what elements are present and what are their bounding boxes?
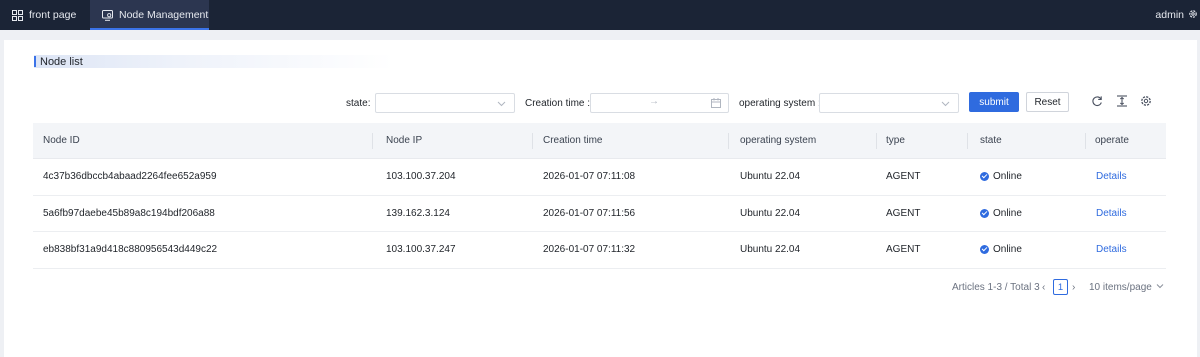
tab-front-page[interactable]: front page xyxy=(12,0,76,30)
active-tab-indicator xyxy=(90,28,209,30)
page-title: Node list xyxy=(40,55,83,68)
node-ip-cell: 103.100.37.204 xyxy=(386,171,456,183)
table-row: eb838bf31a9d418c880956543d449c22 103.100… xyxy=(33,232,1166,269)
table-header: Node ID Node IP Creation time operating … xyxy=(33,123,1166,159)
calendar-icon xyxy=(711,98,721,111)
chevron-down-icon xyxy=(941,99,950,111)
column-divider xyxy=(532,133,533,149)
node-ip-cell: 103.100.37.247 xyxy=(386,244,456,256)
os-select[interactable] xyxy=(819,93,959,113)
column-header-operating-system: operating system xyxy=(740,135,817,146)
column-divider xyxy=(1085,133,1086,149)
os-cell: Ubuntu 22.04 xyxy=(740,171,801,183)
details-link[interactable]: Details xyxy=(1096,159,1127,195)
status-badge: Online xyxy=(980,159,1022,195)
range-separator: → xyxy=(649,96,659,107)
status-badge: Online xyxy=(980,196,1022,232)
column-height-icon[interactable] xyxy=(1116,95,1128,110)
creation-time-filter-label: Creation time : xyxy=(525,98,591,109)
type-cell: AGENT xyxy=(886,171,921,183)
details-link[interactable]: Details xyxy=(1096,232,1127,268)
column-divider xyxy=(372,133,373,149)
details-link[interactable]: Details xyxy=(1096,196,1127,232)
check-circle-icon xyxy=(980,172,989,182)
table-row: 5a6fb97daebe45b89a8c194bdf206a88 139.162… xyxy=(33,196,1166,232)
column-header-creation-time: Creation time xyxy=(543,135,603,146)
status-text: Online xyxy=(993,244,1022,256)
node-table: Node ID Node IP Creation time operating … xyxy=(33,123,1166,269)
type-cell: AGENT xyxy=(886,207,921,219)
section-title-marker xyxy=(34,56,36,67)
os-cell: Ubuntu 22.04 xyxy=(740,207,801,219)
column-divider xyxy=(728,133,729,149)
status-text: Online xyxy=(993,207,1022,219)
pagination-prev-button[interactable]: ‹ xyxy=(1042,279,1045,295)
submit-button[interactable]: submit xyxy=(969,92,1019,112)
pagination-summary: Articles 1-3 / Total 3 xyxy=(952,281,1040,293)
settings-icon[interactable] xyxy=(1140,95,1152,110)
column-header-operate: operate xyxy=(1095,135,1129,146)
column-header-type: type xyxy=(886,135,905,146)
check-circle-icon xyxy=(980,208,989,218)
node-id-cell: 5a6fb97daebe45b89a8c194bdf206a88 xyxy=(43,207,215,219)
node-id-cell: 4c37b36dbccb4abaad2264fee652a959 xyxy=(43,171,217,183)
tab-node-management[interactable]: Node Management xyxy=(90,0,209,30)
creation-time-cell: 2026-01-07 07:11:08 xyxy=(543,171,636,183)
status-text: Online xyxy=(993,171,1022,183)
reset-button[interactable]: Reset xyxy=(1026,92,1069,112)
column-header-node-id: Node ID xyxy=(43,135,80,146)
node-id-cell: eb838bf31a9d418c880956543d449c22 xyxy=(43,244,218,256)
pagination-next-button[interactable]: › xyxy=(1072,279,1075,295)
page-size-value: 10 items/page xyxy=(1089,281,1152,293)
column-header-node-ip: Node IP xyxy=(386,135,423,146)
chevron-down-icon xyxy=(1156,282,1164,293)
os-filter-label: operating system : xyxy=(739,98,821,109)
tab-front-page-label: front page xyxy=(29,9,77,21)
node-ip-cell: 139.162.3.124 xyxy=(386,207,450,219)
status-badge: Online xyxy=(980,232,1022,268)
creation-time-cell: 2026-01-07 07:11:32 xyxy=(543,244,636,256)
tab-node-management-label: Node Management xyxy=(119,9,209,21)
creation-time-range-picker[interactable]: → xyxy=(590,93,729,113)
top-nav-bar: front page Node Management admin xyxy=(0,0,1200,30)
column-header-state: state xyxy=(980,135,1002,146)
state-select[interactable] xyxy=(375,93,515,113)
check-circle-icon xyxy=(980,245,989,255)
table-row: 4c37b36dbccb4abaad2264fee652a959 103.100… xyxy=(33,159,1166,196)
column-divider xyxy=(967,133,968,149)
creation-time-cell: 2026-01-07 07:11:56 xyxy=(543,207,636,219)
settings-icon[interactable] xyxy=(1188,9,1198,22)
grid-icon xyxy=(12,9,23,21)
column-divider xyxy=(876,133,877,149)
refresh-icon[interactable] xyxy=(1091,95,1103,110)
username: admin xyxy=(1155,9,1184,21)
section-header: Node list xyxy=(34,55,394,68)
type-cell: AGENT xyxy=(886,244,921,256)
monitor-icon xyxy=(102,9,113,21)
chevron-down-icon xyxy=(497,99,506,111)
page-size-select[interactable]: 10 items/page xyxy=(1089,279,1164,295)
user-menu[interactable]: admin xyxy=(1155,0,1198,30)
os-cell: Ubuntu 22.04 xyxy=(740,244,801,256)
node-list-card: Node list state: Creation time : → opera… xyxy=(4,40,1197,357)
pagination-page-1[interactable]: 1 xyxy=(1053,279,1068,295)
state-filter-label: state: xyxy=(346,98,371,109)
